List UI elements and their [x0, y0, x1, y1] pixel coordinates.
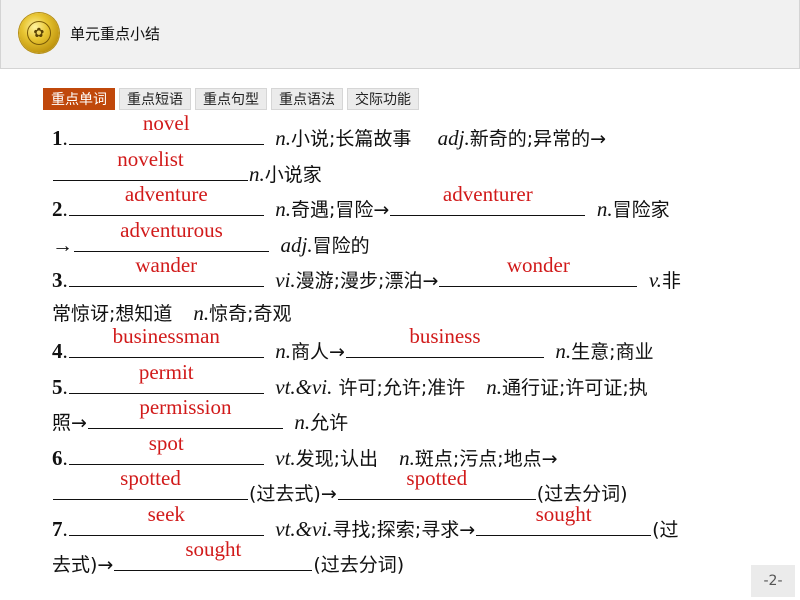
answer-blank: adventurer: [390, 182, 586, 216]
page-title: 单元重点小结: [70, 25, 161, 43]
tab-communication[interactable]: 交际功能: [347, 88, 419, 110]
school-emblem-icon: ✿: [19, 13, 59, 53]
list-item: 3. wander vi.漫游;漫步;漂泊→ wonder v.非: [52, 253, 681, 292]
page-number: -2-: [751, 565, 795, 597]
vocabulary-list: 1. novel n.小说;长篇故事 adj.新奇的;异常的→ novelist n…: [52, 111, 752, 580]
list-item: 去式)→ sought (过去分词): [52, 537, 405, 576]
answer-blank: business: [345, 324, 544, 358]
answer-blank: sought: [476, 502, 652, 536]
slide-header: ✿ 单元重点小结: [0, 0, 800, 69]
answer-blank: wander: [68, 253, 264, 287]
answer-blank: sought: [114, 537, 313, 571]
answer-blank: wonder: [439, 253, 638, 287]
tab-key-grammar[interactable]: 重点语法: [271, 88, 343, 110]
